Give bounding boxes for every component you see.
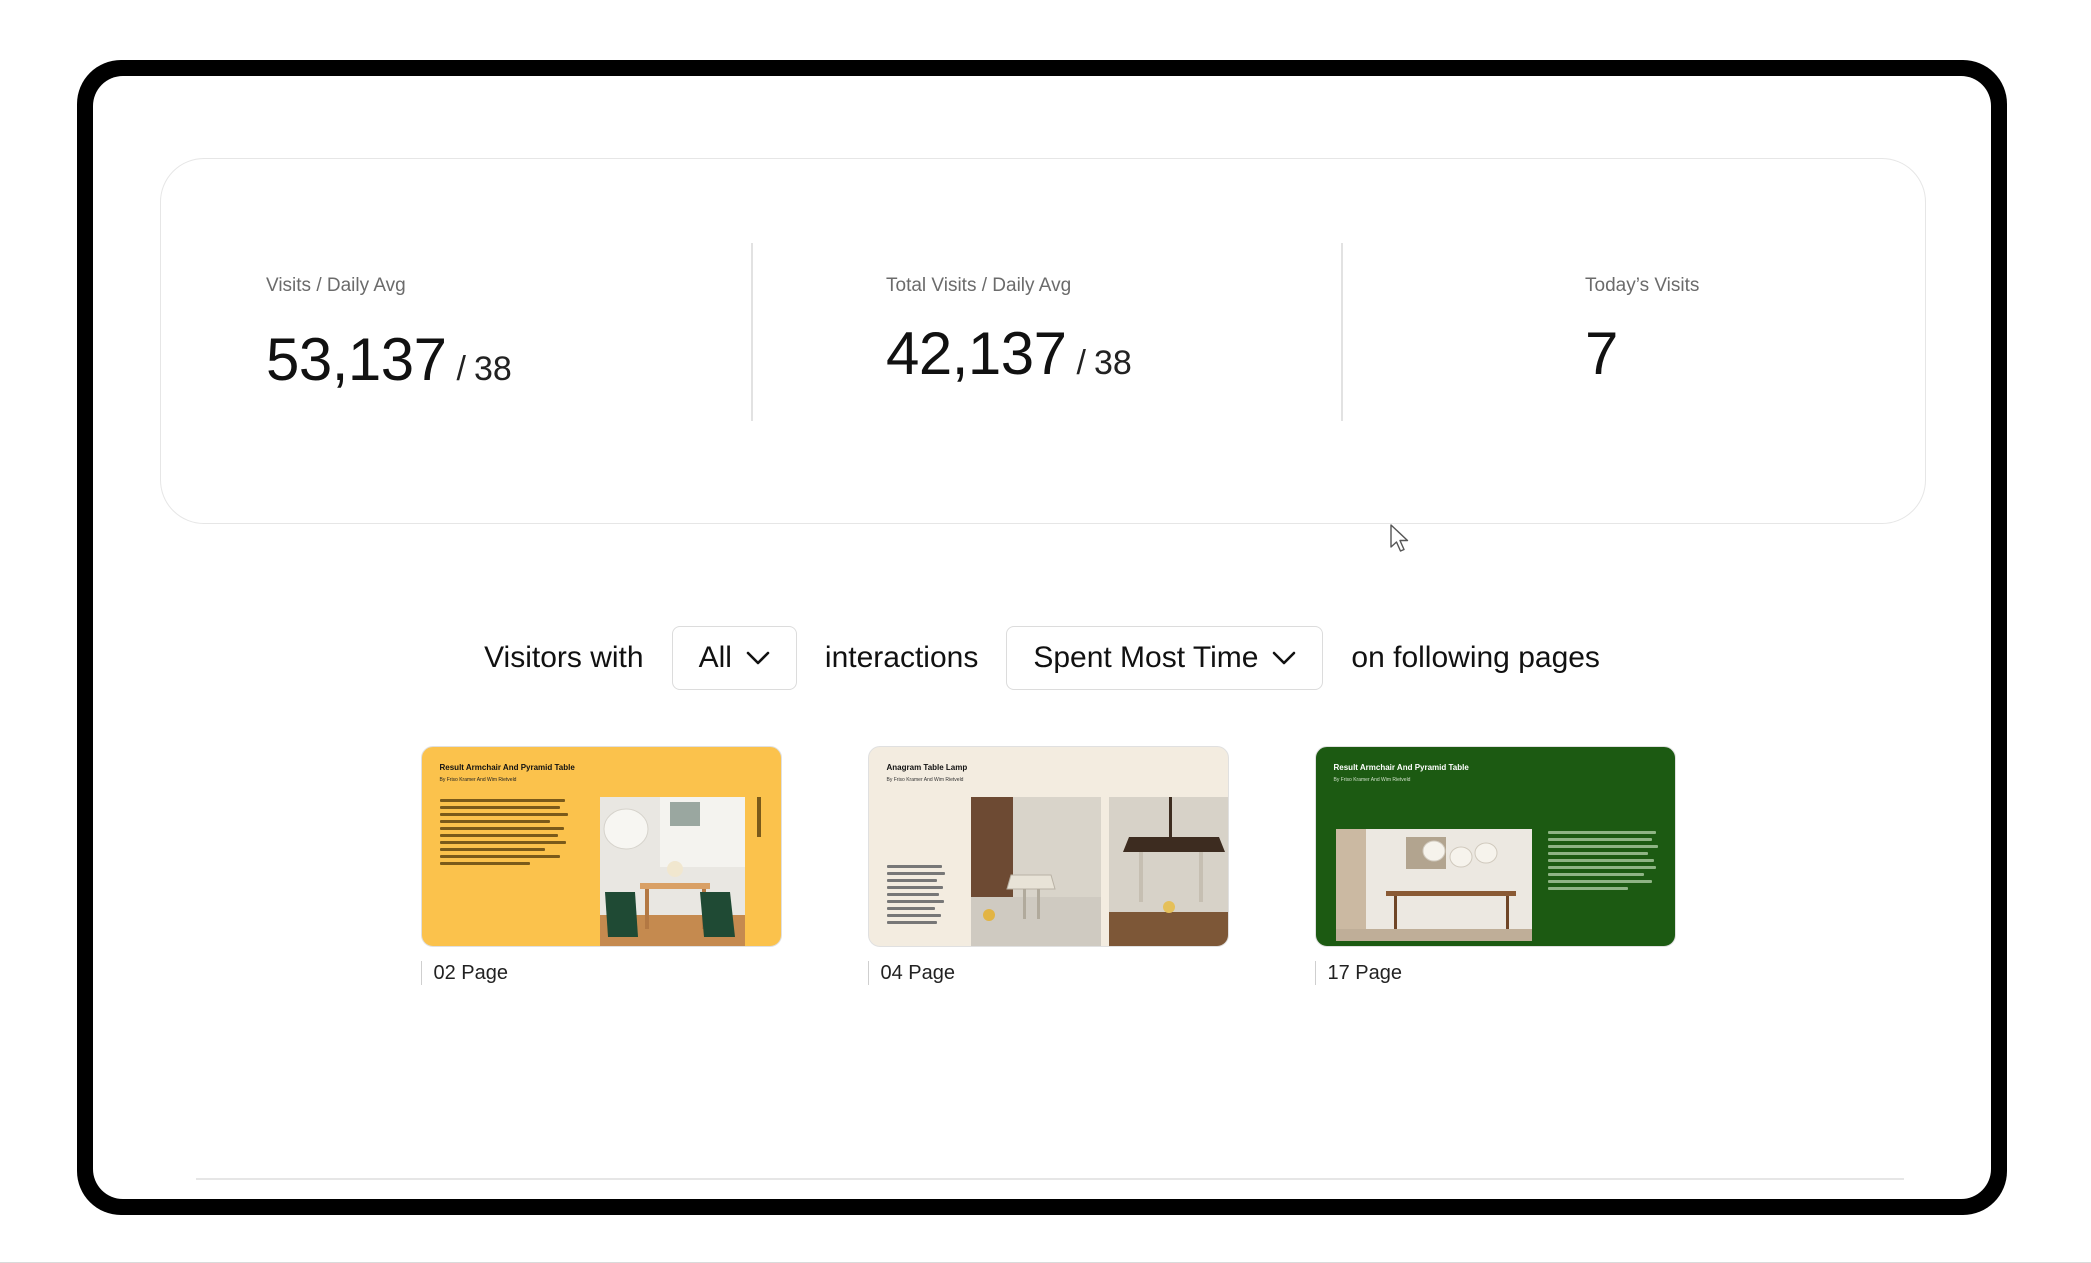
stat-number: 53,137 — [266, 326, 447, 393]
stat-label: Total Visits / Daily Avg — [886, 275, 1072, 296]
stat-value: 7 — [1585, 319, 1618, 388]
interaction-type-select[interactable]: All — [671, 626, 797, 690]
thumbnail-photo — [1335, 829, 1532, 941]
stat-value: 53,137 / 38 — [266, 325, 512, 394]
filter-prefix: Visitors with — [484, 641, 644, 674]
page-label: 04 Page — [867, 961, 1229, 985]
thumbnail-body-text — [439, 799, 570, 869]
thumbnail-body-text — [886, 865, 947, 928]
chevron-down-icon — [1273, 651, 1296, 665]
stat-avg: 38 — [1093, 344, 1132, 382]
section-divider — [196, 1178, 1904, 1180]
stat-number: 7 — [1585, 320, 1618, 387]
thumbnail-subtitle: By Friso Kramer And Wim Rietveld — [1333, 777, 1411, 783]
filter-suffix: on following pages — [1351, 641, 1600, 674]
page-label: 17 Page — [1314, 961, 1676, 985]
visitor-filter-sentence: Visitors with All interactions Spent Mos… — [93, 626, 1991, 690]
stat-todays-visits: Today’s Visits 7 — [1341, 159, 1925, 523]
stats-card: Visits / Daily Avg 53,137 / 38 Total Vis… — [160, 158, 1926, 524]
page-label: 02 Page — [420, 961, 782, 985]
thumbnail-photo — [970, 797, 1101, 946]
stat-visits-daily: Visits / Daily Avg 53,137 / 38 — [161, 159, 751, 523]
stat-label: Visits / Daily Avg — [266, 275, 406, 296]
stat-total-visits-daily: Total Visits / Daily Avg 42,137 / 38 — [751, 159, 1341, 523]
stat-number: 42,137 — [886, 320, 1067, 387]
thumbnail-subtitle: By Friso Kramer And Wim Rietveld — [439, 777, 517, 783]
page-thumbnail-item[interactable]: Result Armchair And Pyramid Table By Fri… — [420, 746, 782, 985]
page-thumbnail[interactable]: Result Armchair And Pyramid Table By Fri… — [420, 746, 782, 947]
app-screen: Visits / Daily Avg 53,137 / 38 Total Vis… — [93, 76, 1991, 1199]
page-thumbnails: Result Armchair And Pyramid Table By Fri… — [93, 746, 1991, 985]
stat-value: 42,137 / 38 — [886, 319, 1132, 388]
thumbnail-title: Result Armchair And Pyramid Table — [439, 763, 575, 772]
page-thumbnail[interactable]: Result Armchair And Pyramid Table By Fri… — [1314, 746, 1676, 947]
next-section-heading-cutoff — [196, 1194, 486, 1199]
thumbnail-subtitle: By Friso Kramer And Wim Rietveld — [886, 777, 964, 783]
mouse-cursor-icon — [1390, 524, 1409, 552]
thumbnail-title: Result Armchair And Pyramid Table — [1333, 763, 1469, 772]
thumbnail-photo — [1108, 797, 1228, 946]
time-select-value: Spent Most Time — [1033, 641, 1259, 674]
thumbnail-title: Anagram Table Lamp — [886, 763, 968, 772]
page-thumbnail-item[interactable]: Result Armchair And Pyramid Table By Fri… — [1314, 746, 1676, 985]
filter-middle: interactions — [824, 641, 979, 674]
stat-separator: / — [1076, 344, 1086, 382]
page-thumbnail[interactable]: Anagram Table Lamp By Friso Kramer And W… — [867, 746, 1229, 947]
device-frame: Visits / Daily Avg 53,137 / 38 Total Vis… — [77, 60, 2007, 1215]
time-metric-select[interactable]: Spent Most Time — [1006, 626, 1324, 690]
thumbnail-photo — [599, 797, 745, 946]
stat-label: Today’s Visits — [1585, 275, 1700, 296]
thumbnail-body-text — [1547, 831, 1660, 894]
interaction-select-value: All — [698, 641, 732, 674]
stat-avg: 38 — [473, 350, 512, 388]
stat-separator: / — [456, 350, 466, 388]
chevron-down-icon — [746, 651, 770, 665]
page-thumbnail-item[interactable]: Anagram Table Lamp By Friso Kramer And W… — [867, 746, 1229, 985]
thumbnail-spine-text — [756, 797, 761, 837]
